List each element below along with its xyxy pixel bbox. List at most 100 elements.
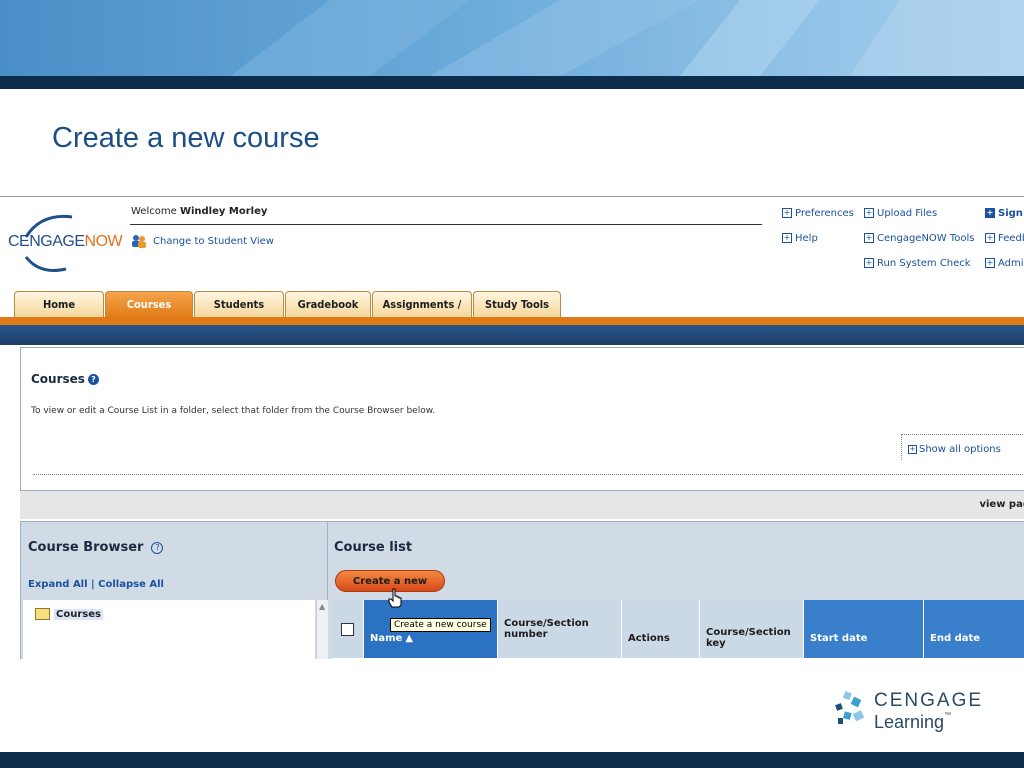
column-label: number	[504, 629, 548, 640]
column-header-course-section-key[interactable]: Course/Section key	[700, 600, 804, 658]
sign-out-link[interactable]: +Sign O	[985, 208, 1024, 219]
learning-wordmark: Learning™	[874, 712, 951, 733]
expand-icon: +	[782, 233, 792, 243]
cengagenow-tools-label: CengageNOW Tools	[877, 233, 975, 244]
column-header-end-date[interactable]: End date	[924, 600, 1024, 658]
help-icon[interactable]: ?	[87, 374, 99, 385]
feedback-link[interactable]: +Feedb	[985, 233, 1024, 244]
slide-banner-bar	[0, 76, 1024, 89]
show-all-options-label: Show all options	[919, 444, 1001, 455]
student-view-label: Change to Student View	[153, 236, 274, 247]
admin-link[interactable]: +Admin	[985, 258, 1024, 269]
expand-icon: +	[985, 233, 995, 243]
collapse-all-link[interactable]: Collapse All	[98, 579, 164, 590]
course-browser-title: Course Browser?	[28, 540, 164, 555]
tab-home[interactable]: Home	[14, 291, 104, 317]
expand-icon: +	[782, 208, 792, 218]
learning-text: Learning	[874, 712, 945, 732]
sort-asc-icon: ▲	[405, 632, 414, 644]
help-link[interactable]: + Help	[782, 233, 818, 244]
logo-text-a: CENGAGE	[8, 233, 85, 250]
expand-collapse-links: Expand All | Collapse All	[28, 579, 164, 590]
column-header-actions: Actions	[622, 600, 700, 658]
folder-icon	[35, 608, 50, 620]
divider	[33, 474, 1024, 475]
tree-item-courses[interactable]: Courses	[35, 608, 103, 620]
column-label: Name	[370, 632, 403, 644]
folder-tree: Courses	[23, 600, 315, 659]
course-list-title: Course list	[334, 540, 413, 555]
select-all-header	[332, 600, 364, 658]
select-all-checkbox[interactable]	[341, 622, 354, 636]
sign-out-label: Sign O	[998, 208, 1024, 219]
column-header-start-date[interactable]: Start date	[804, 600, 924, 658]
welcome-divider	[130, 224, 762, 225]
courses-description: To view or edit a Course List in a folde…	[31, 406, 436, 416]
column-label: Actions	[628, 632, 670, 644]
course-list-panel: Course list Create a new course Name▲ Co…	[328, 521, 1024, 659]
student-view-link[interactable]: Change to Student View	[131, 234, 274, 248]
column-label: Course/Section key	[706, 627, 791, 649]
courses-title: Courses?	[31, 372, 99, 386]
run-system-check-link[interactable]: + Run System Check	[864, 258, 971, 269]
banner-shapes	[230, 0, 1024, 76]
view-page-label[interactable]: view pag	[979, 499, 1024, 510]
users-icon	[131, 234, 147, 248]
welcome-prefix: Welcome	[131, 206, 177, 217]
table-body-start	[332, 658, 1024, 659]
tree-scrollbar[interactable]: ▲	[316, 600, 328, 659]
expand-icon: +	[864, 258, 874, 268]
expand-icon: +	[985, 258, 995, 268]
tab-underline	[0, 317, 1024, 325]
run-system-check-label: Run System Check	[877, 258, 971, 269]
user-name: Windley Morley	[179, 206, 268, 217]
expand-icon: +	[864, 208, 874, 218]
preferences-link[interactable]: + Preferences	[782, 208, 854, 219]
expand-icon: +	[985, 208, 995, 218]
expand-all-link[interactable]: Expand All	[28, 579, 88, 590]
slide-title: Create a new course	[52, 122, 320, 154]
show-all-options-link[interactable]: + Show all options	[901, 434, 1024, 460]
cengagenow-tools-link[interactable]: + CengageNOW Tools	[864, 233, 975, 244]
slide-banner	[0, 0, 1024, 76]
cengage-mark-icon	[835, 691, 865, 724]
tree-item-label: Courses	[54, 609, 103, 620]
welcome-text: Welcome Windley Morley	[131, 206, 267, 217]
course-browser: Course Browser? Expand All | Collapse Al…	[20, 521, 328, 659]
view-page-bar: view pag	[20, 491, 1024, 519]
feedback-label: Feedb	[998, 233, 1024, 244]
tooltip: Create a new course	[390, 618, 491, 632]
tab-students[interactable]: Students	[194, 291, 284, 317]
trademark: ™	[944, 712, 952, 719]
tab-study-tools[interactable]: Study Tools	[473, 291, 561, 317]
tab-assignments-tests[interactable]: Assignments / Tests	[372, 291, 472, 337]
nav-band	[0, 325, 1024, 345]
cengagenow-logo: CENGAGENOW	[6, 209, 123, 275]
column-header-course-section-number[interactable]: Course/Section number	[498, 600, 622, 658]
hand-cursor-icon	[388, 588, 402, 608]
cengage-learning-logo: CENGAGE Learning™	[830, 688, 1000, 738]
cengage-wordmark: CENGAGE	[874, 690, 984, 711]
expand-icon: +	[864, 233, 874, 243]
links-separator: |	[91, 579, 95, 590]
tab-gradebook[interactable]: Gradebook	[285, 291, 371, 317]
expand-icon: +	[908, 444, 917, 454]
column-label: Start date	[810, 632, 868, 644]
help-label: Help	[795, 233, 818, 244]
admin-label: Admin	[998, 258, 1024, 269]
help-icon[interactable]: ?	[151, 541, 164, 554]
scroll-up-icon[interactable]: ▲	[319, 602, 325, 611]
preferences-label: Preferences	[795, 208, 854, 219]
slide-footer-bar	[0, 752, 1024, 768]
upload-files-label: Upload Files	[877, 208, 938, 219]
column-label: End date	[930, 632, 981, 644]
logo-text: CENGAGENOW	[8, 233, 123, 251]
app-header: CENGAGENOW Welcome Windley Morley Change…	[0, 197, 1024, 337]
upload-files-link[interactable]: + Upload Files	[864, 208, 937, 219]
courses-title-text: Courses	[31, 372, 85, 386]
logo-text-b: NOW	[84, 233, 123, 250]
tab-courses[interactable]: Courses	[105, 291, 193, 317]
app-screenshot: CENGAGENOW Welcome Windley Morley Change…	[0, 196, 1024, 659]
course-browser-title-text: Course Browser	[28, 540, 144, 555]
courses-panel: Courses? To view or edit a Course List i…	[20, 347, 1024, 491]
